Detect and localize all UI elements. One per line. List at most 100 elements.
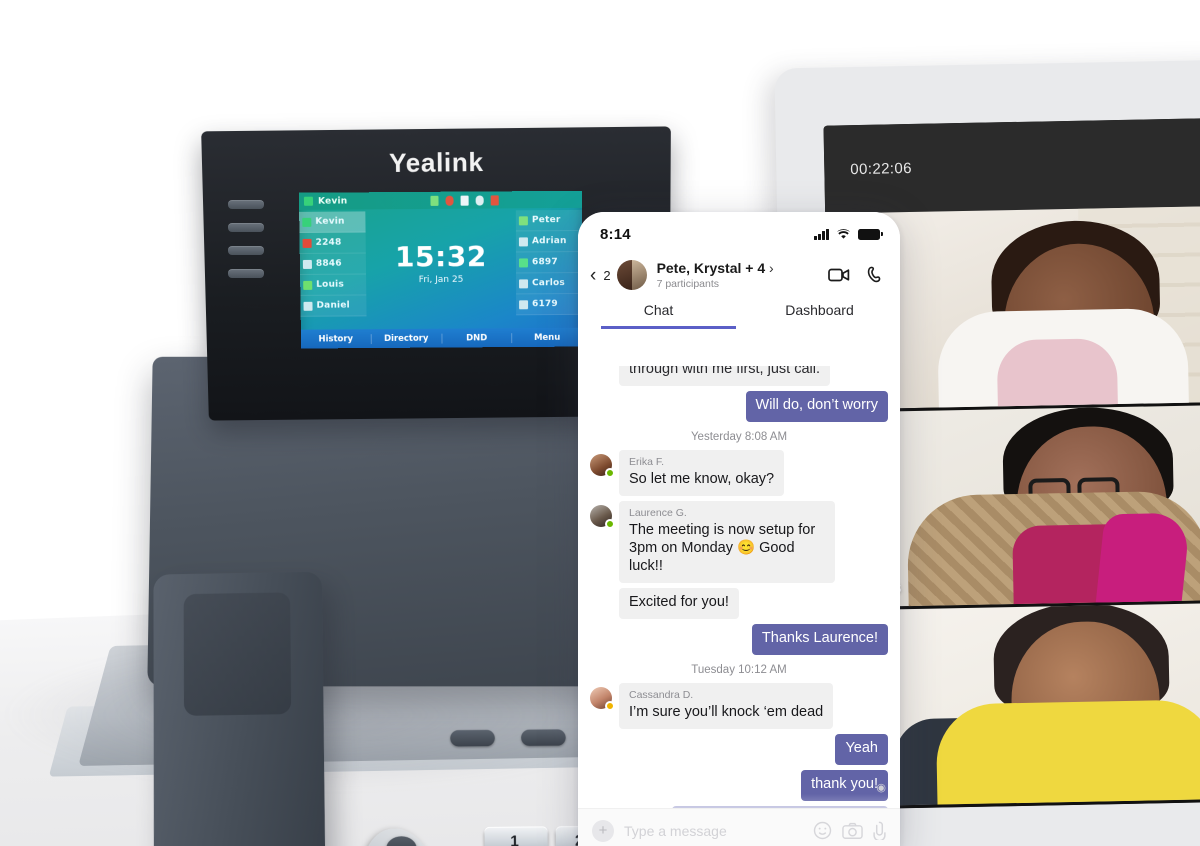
headset-icon (460, 195, 469, 206)
lcd-clock: 15:32 Fri, Jan 25 (365, 208, 516, 329)
lcd-line-key[interactable]: Daniel (300, 295, 367, 317)
lcd-account-label: Kevin (317, 195, 348, 207)
lcd-line-key-label: 6897 (531, 257, 558, 268)
lcd-line-key[interactable]: 6179 (516, 293, 582, 316)
lcd-left-keys: Kevin 2248 8846 Louis Daniel (299, 209, 367, 329)
avatar[interactable] (590, 453, 615, 478)
lcd-line-key[interactable]: 6897 (515, 252, 583, 274)
softkey-menu[interactable]: Menu (512, 332, 581, 342)
contact-icon (303, 280, 313, 290)
unread-count: 2 (603, 267, 611, 283)
camera-icon[interactable] (842, 822, 863, 840)
lcd-status-icons (430, 194, 500, 206)
softkey-directory[interactable]: Directory (371, 333, 443, 344)
battery-icon (518, 215, 528, 225)
message-row[interactable]: Erika F. So let me know, okay? (590, 449, 888, 496)
softkey-dnd[interactable]: DND (441, 332, 513, 344)
lcd-line-key-label: 8846 (315, 258, 342, 269)
lcd-line-key-label: Carlos (532, 278, 565, 289)
message-input-placeholder[interactable]: Type a message (624, 823, 803, 839)
lcd-line-key[interactable]: Peter (515, 209, 583, 232)
phone-status-bar: 8:14 (578, 212, 900, 256)
call-timer: 00:22:06 (850, 159, 913, 178)
message-row[interactable]: Yeah (590, 733, 888, 765)
tab-chat[interactable]: Chat (578, 298, 739, 329)
transfer-icon (518, 257, 528, 267)
avatar[interactable] (590, 504, 615, 529)
line-key[interactable] (228, 246, 264, 255)
lcd-line-key-label: 6179 (532, 299, 558, 310)
message-text: Excited for you! (629, 593, 729, 610)
function-key[interactable] (450, 729, 495, 747)
message-bubble[interactable]: Will do, don’t worry (745, 390, 888, 422)
message-row[interactable]: Will do, don’t worry (590, 390, 888, 422)
phone-icon[interactable] (866, 266, 884, 285)
message-bubble[interactable]: Erika F. So let me know, okay? (619, 449, 785, 496)
softkey-history[interactable]: History (300, 333, 372, 345)
message-composer[interactable]: + Type a message (578, 808, 900, 846)
handset-earpiece (183, 592, 292, 716)
message-bubble[interactable]: Laurence G. The meeting is now setup for … (619, 500, 835, 583)
message-author: Erika F. (629, 455, 665, 468)
avatar[interactable] (616, 260, 647, 290)
lcd-line-key-label: Kevin (315, 216, 345, 227)
function-key[interactable] (521, 729, 566, 747)
message-bubble[interactable]: Yeah (835, 733, 888, 765)
plus-icon[interactable]: + (592, 819, 614, 842)
message-bubble[interactable]: through with me first, just call. (619, 366, 830, 386)
day-separator: Yesterday 8:08 AM (690, 430, 788, 443)
line-key[interactable] (228, 223, 264, 232)
message-row[interactable]: through with me first, just call. (590, 366, 888, 386)
video-camera-icon[interactable] (828, 267, 850, 283)
lcd-line-key[interactable]: Louis (300, 274, 367, 296)
video-call-topbar: 00:22:06 (823, 117, 1200, 214)
presence-badge (605, 518, 615, 529)
presence-badge (605, 467, 615, 478)
message-row[interactable]: Excited for you! (590, 587, 888, 619)
message-row[interactable]: thank you! (590, 769, 888, 801)
phone-handset[interactable]: HD+ (153, 571, 327, 846)
message-bubble[interactable]: thank you! (801, 769, 888, 801)
message-row[interactable]: Cassandra D. I’m sure you’ll knock ‘em de… (590, 682, 888, 729)
message-bubble[interactable]: Cassandra D. I’m sure you’ll knock ‘em de… (619, 682, 834, 729)
emoji-icon[interactable] (813, 821, 832, 840)
handset-icon (302, 217, 312, 227)
lcd-softkey-bar: History Directory DND Menu (300, 327, 582, 349)
background-object (1095, 512, 1192, 611)
back-button[interactable]: ‹ 2 (590, 266, 611, 285)
message-bubble[interactable]: Excited for you! (619, 587, 739, 619)
lcd-right-keys: Peter Adrian 6897 Carlos 6179 (515, 208, 583, 328)
lcd-line-key[interactable]: 8846 (299, 253, 367, 275)
lcd-line-key[interactable]: Adrian (515, 230, 583, 253)
lcd-time: 15:32 (394, 239, 487, 274)
handset-icon (303, 196, 314, 206)
battery-icon (430, 195, 439, 206)
message-row[interactable]: Laurence G. The meeting is now setup for … (590, 500, 888, 583)
smartphone-device: 8:14 ‹ 2 Pete, Krystal + 4 › 7 participa… (578, 212, 900, 846)
chevron-right-icon: › (769, 260, 774, 277)
avatar[interactable] (590, 686, 615, 711)
lcd-main-area: Kevin 2248 8846 Louis Daniel 15:32 Fri, Jan … (299, 208, 583, 330)
lcd-line-key[interactable]: Kevin (299, 211, 366, 233)
day-separator: Tuesday 10:12 AM (691, 663, 787, 676)
attachment-icon[interactable] (873, 821, 886, 840)
message-text: Yeah (845, 739, 878, 756)
line-key[interactable] (228, 269, 264, 278)
key-1[interactable]: 1 (484, 826, 548, 846)
message-bubble[interactable]: Thanks Laurence! (751, 623, 888, 655)
line-keys-left (228, 200, 264, 278)
missed-icon (302, 238, 312, 248)
signal-bars-icon (814, 228, 829, 240)
status-time: 8:14 (600, 225, 631, 243)
voicemail-icon (445, 195, 454, 206)
line-key[interactable] (228, 200, 264, 209)
message-row[interactable]: Thanks Laurence! (590, 623, 888, 655)
tab-dashboard[interactable]: Dashboard (739, 298, 900, 329)
message-list[interactable]: through with me first, just call. Will do… (578, 366, 900, 808)
lcd-line-key[interactable]: Carlos (516, 273, 582, 295)
lcd-line-key[interactable]: 2248 (299, 232, 366, 254)
chevron-left-icon: ‹ (590, 264, 597, 286)
chat-title-block[interactable]: Pete, Krystal + 4 › 7 participants (657, 260, 774, 289)
lcd-line-key-label: Daniel (316, 300, 350, 311)
participant-garment (996, 337, 1118, 410)
